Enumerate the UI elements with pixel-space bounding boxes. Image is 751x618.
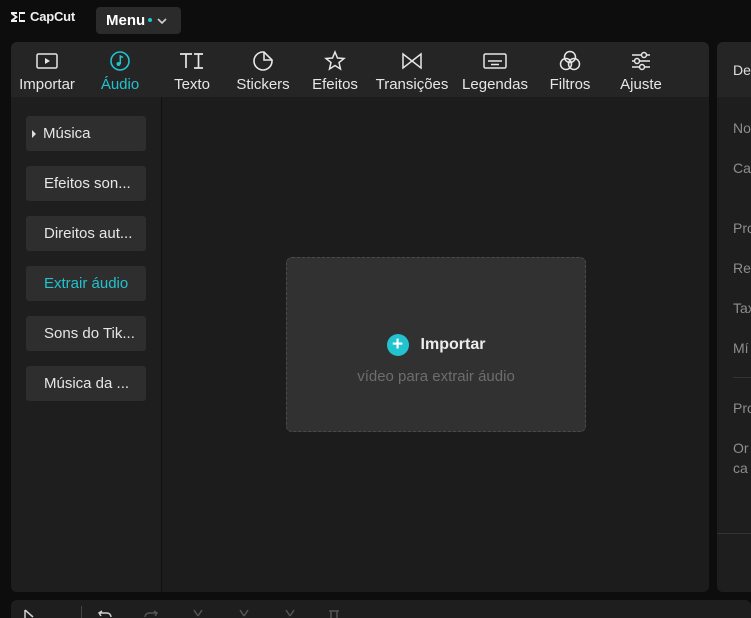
tab-ajuste[interactable]: Ajuste	[616, 42, 666, 97]
transitions-icon	[400, 48, 424, 74]
plus-icon: +	[386, 334, 409, 356]
menu-button[interactable]: Menu	[96, 7, 181, 34]
import-label: Importar	[420, 336, 486, 353]
text-icon	[178, 48, 206, 74]
tab-bar: Importar Áudio Texto Stickers Efeitos Tr…	[11, 42, 709, 97]
adjust-icon	[630, 48, 652, 74]
effects-icon	[324, 48, 346, 74]
logo-text: CapCut	[30, 9, 76, 24]
captions-icon	[482, 48, 508, 74]
detail-label: Pro	[733, 400, 751, 416]
tab-audio[interactable]: Áudio	[95, 42, 145, 97]
sidebar-item-label: Efeitos son...	[44, 175, 131, 192]
detail-label: Pro	[733, 220, 751, 236]
tab-stickers[interactable]: Stickers	[233, 42, 293, 97]
sidebar-item-label: Extrair áudio	[44, 275, 129, 292]
import-icon	[35, 48, 59, 74]
details-title: De	[733, 62, 751, 78]
sidebar-item-label: Música da ...	[44, 375, 130, 392]
capcut-logo: CapCut	[10, 9, 75, 24]
sidebar-item-label: Música	[43, 125, 91, 142]
sidebar-item-efeitos-sonoros[interactable]: Efeitos son...	[26, 166, 146, 201]
tab-efeitos[interactable]: Efeitos	[309, 42, 361, 97]
import-dropzone[interactable]: + Importar vídeo para extrair áudio	[286, 257, 586, 432]
undo-icon[interactable]	[97, 608, 113, 618]
sidebar-item-musica[interactable]: Música	[26, 116, 146, 151]
detail-label: Ca	[733, 160, 751, 176]
tab-label: Efeitos	[312, 76, 358, 93]
redo-icon[interactable]	[143, 608, 159, 618]
toolbar-divider	[81, 606, 82, 618]
detail-label: Tax	[733, 300, 751, 316]
sidebar-item-sons-tiktok[interactable]: Sons do Tik...	[26, 316, 146, 351]
details-divider	[733, 377, 751, 378]
tab-legendas[interactable]: Legendas	[460, 42, 530, 97]
delete-icon[interactable]	[327, 608, 341, 618]
chevron-down-icon	[157, 17, 167, 24]
detail-label: Re	[733, 260, 751, 276]
details-header: De	[717, 42, 751, 97]
menu-label: Menu	[106, 12, 146, 29]
notification-dot	[148, 17, 153, 22]
details-footer	[717, 533, 751, 592]
sidebar-item-label: Sons do Tik...	[44, 325, 135, 342]
tab-label: Texto	[174, 76, 210, 93]
detail-label: ca	[733, 460, 748, 476]
split-left-icon[interactable]	[237, 608, 251, 618]
tab-label: Legendas	[462, 76, 528, 93]
sticker-icon	[252, 48, 274, 74]
detail-label: Or	[733, 440, 749, 456]
sidebar-item-label: Direitos aut...	[44, 225, 133, 242]
tab-filtros[interactable]: Filtros	[546, 42, 594, 97]
tab-label: Filtros	[549, 76, 591, 93]
tab-label: Stickers	[236, 76, 290, 93]
timeline-toolbar	[11, 600, 751, 618]
tab-texto[interactable]: Texto	[169, 42, 215, 97]
import-hint: vídeo para extrair áudio	[357, 368, 515, 385]
sidebar-item-direitos-autorais[interactable]: Direitos aut...	[26, 216, 146, 251]
audio-category-sidebar: Música Efeitos son... Direitos aut... Ex…	[11, 97, 162, 592]
tab-label: Transições	[375, 76, 449, 93]
filters-icon	[558, 48, 582, 74]
sidebar-item-musica-da[interactable]: Música da ...	[26, 366, 146, 401]
media-panel: Importar Áudio Texto Stickers Efeitos Tr…	[11, 42, 709, 592]
extract-audio-content: + Importar vídeo para extrair áudio	[162, 97, 709, 592]
detail-label: Mí	[733, 340, 749, 356]
sidebar-item-extrair-audio[interactable]: Extrair áudio	[26, 266, 146, 301]
audio-icon	[109, 48, 131, 74]
import-action[interactable]: + Importar	[287, 334, 585, 356]
split-right-icon[interactable]	[283, 608, 297, 618]
capcut-logo-icon	[11, 11, 25, 22]
tab-importar[interactable]: Importar	[16, 42, 78, 97]
top-bar: CapCut Menu	[0, 0, 751, 42]
details-panel: De No Ca Pro Re Tax Mí Pro Or ca	[717, 42, 751, 592]
detail-label: No	[733, 120, 751, 136]
tab-transicoes[interactable]: Transições	[375, 42, 449, 97]
cursor-icon[interactable]	[23, 608, 37, 618]
caret-right-icon	[32, 129, 36, 138]
tab-label: Áudio	[100, 76, 140, 93]
split-icon[interactable]	[191, 608, 205, 618]
tab-label: Importar	[19, 76, 75, 93]
tab-label: Ajuste	[620, 76, 662, 93]
